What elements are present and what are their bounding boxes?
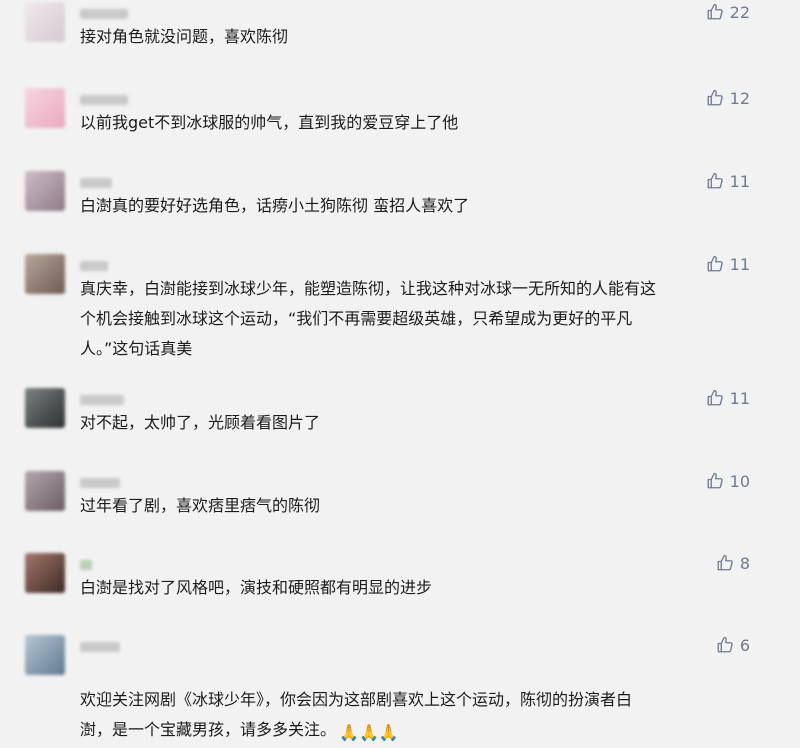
like-count: 8 — [739, 553, 750, 573]
like-button[interactable]: 6 — [716, 633, 750, 657]
avatar[interactable] — [25, 254, 65, 294]
like-count: 10 — [729, 471, 750, 491]
like-count: 11 — [729, 254, 750, 274]
like-button[interactable]: 10 — [706, 469, 750, 493]
thumbs-up-icon — [707, 172, 723, 189]
thumbs-up-icon — [717, 554, 733, 571]
username-redacted[interactable] — [80, 178, 112, 188]
comment-text: 白澍真的要好好选角色，话痨小土狗陈彻 蛮招人喜欢了 — [80, 196, 470, 215]
comment-text: 对不起，太帅了，光顾着看图片了 — [80, 413, 321, 432]
like-count: 22 — [729, 2, 750, 22]
comment-text: 白澍是找对了风格吧，演技和硬照都有明显的进步 — [80, 578, 433, 597]
thumbs-up-icon — [707, 389, 723, 406]
like-button[interactable]: 11 — [706, 252, 750, 276]
avatar[interactable] — [25, 388, 65, 428]
avatar[interactable] — [25, 635, 65, 675]
username-redacted[interactable] — [80, 395, 124, 405]
thumbs-up-icon — [707, 3, 723, 20]
comment-text: 真庆幸，白澍能接到冰球少年，能塑造陈彻，让我这种对冰球一无所知的人能有这 个机会… — [80, 279, 657, 358]
like-button[interactable]: 12 — [706, 86, 750, 110]
praying-hands-emoji: 🙏🙏🙏 — [339, 723, 399, 742]
avatar[interactable] — [25, 553, 65, 593]
like-button[interactable]: 8 — [716, 551, 750, 575]
username-redacted[interactable] — [80, 642, 120, 652]
thumbs-up-icon — [717, 636, 733, 653]
comment-text: 以前我get不到冰球服的帅气，直到我的爱豆穿上了他 — [80, 113, 459, 132]
like-count: 11 — [729, 171, 750, 191]
username-redacted[interactable] — [80, 95, 128, 105]
like-button[interactable]: 22 — [706, 0, 750, 24]
avatar[interactable] — [25, 471, 65, 511]
username-redacted[interactable] — [80, 478, 120, 488]
like-count: 6 — [739, 635, 750, 655]
avatar[interactable] — [25, 88, 65, 128]
like-button[interactable]: 11 — [706, 386, 750, 410]
comment-text: 欢迎关注网剧《冰球少年》，你会因为这部剧喜欢上这个运动，陈彻的扮演者白 澍，是一… — [80, 655, 770, 748]
username-redacted[interactable] — [80, 261, 108, 271]
like-count: 11 — [729, 388, 750, 408]
like-count: 12 — [729, 88, 750, 108]
username-redacted[interactable] — [80, 9, 128, 19]
comment-text: 接对角色就没问题，喜欢陈彻 — [80, 27, 289, 46]
like-button[interactable]: 11 — [706, 169, 750, 193]
avatar[interactable] — [25, 2, 65, 42]
comment-text: 过年看了剧，喜欢痞里痞气的陈彻 — [80, 496, 321, 515]
avatar[interactable] — [25, 171, 65, 211]
thumbs-up-icon — [707, 89, 723, 106]
thumbs-up-icon — [707, 472, 723, 489]
username-redacted[interactable] — [80, 560, 92, 570]
thumbs-up-icon — [707, 255, 723, 272]
